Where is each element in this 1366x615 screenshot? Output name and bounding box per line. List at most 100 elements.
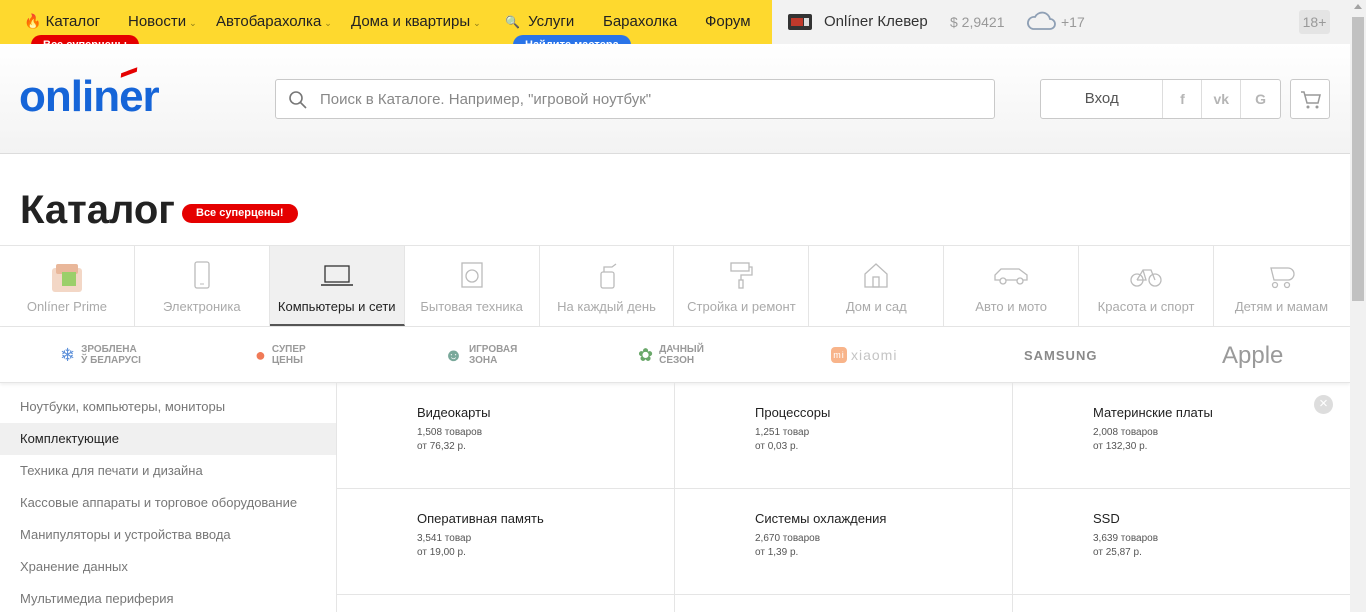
product-card[interactable]: Видеокарты 1,508 товаров от 76,32 р. [337, 383, 675, 489]
category-bar: Onlíner Prime Электроника Компьютеры и с… [0, 245, 1350, 327]
subcategory-sidebar: Ноутбуки, компьютеры, мониторы Комплекту… [0, 391, 336, 615]
sidebar-item-notebooks[interactable]: Ноутбуки, компьютеры, мониторы [0, 391, 336, 423]
category-home-garden[interactable]: Дом и сад [809, 246, 945, 326]
category-label: Электроника [163, 299, 241, 314]
car-icon [994, 268, 1028, 285]
product-card[interactable]: SSD 3,639 товаров от 25,87 р. [1013, 489, 1351, 595]
product-name: Оперативная память [417, 511, 544, 526]
sidebar-item-components[interactable]: Комплектующие [0, 423, 336, 455]
category-label: Авто и мото [975, 299, 1048, 314]
category-everyday[interactable]: На каждый день [540, 246, 675, 326]
auth-block: Вход f vk G [1040, 79, 1281, 119]
category-computers[interactable]: Компьютеры и сети [269, 246, 405, 326]
product-card[interactable] [675, 595, 1013, 612]
brand-dacha-season[interactable]: ✿ ДАЧНЫЙ СЕЗОН [638, 327, 704, 383]
login-button[interactable]: Вход [1041, 80, 1164, 118]
product-name: Видеокарты [417, 405, 491, 420]
category-auto-moto[interactable]: Авто и мото [944, 246, 1080, 326]
nav-forum[interactable]: Форум [705, 13, 751, 30]
product-card[interactable]: Процессоры 1,251 товар от 0,03 р. [675, 383, 1013, 489]
close-icon[interactable]: × [1314, 395, 1333, 414]
magnifier-icon: 🔍 [505, 15, 520, 29]
laptop-icon [320, 265, 353, 286]
page-title: Каталог [20, 188, 175, 232]
product-price: от 19,00 р. [417, 547, 466, 558]
search-icon [289, 91, 307, 109]
category-label: Красота и спорт [1097, 299, 1195, 314]
nav-news[interactable]: Новости ⌄ [128, 13, 197, 30]
sidebar-item-cash-registers[interactable]: Кассовые аппараты и торговое оборудовани… [0, 487, 336, 519]
gamer-icon: ☻ [444, 344, 463, 365]
category-label: Детям и мамам [1234, 299, 1329, 314]
brand-xiaomi[interactable]: mi xiaomi [831, 327, 897, 383]
product-card[interactable]: Материнские платы 2,008 товаров от 132,3… [1013, 383, 1351, 489]
category-electronics[interactable]: Электроника [135, 246, 270, 326]
sidebar-item-input-devices[interactable]: Манипуляторы и устройства ввода [0, 519, 336, 551]
product-count: 2,670 товаров [755, 533, 821, 544]
washing-machine-icon [460, 262, 483, 288]
nav-services[interactable]: 🔍 Услуги [505, 13, 574, 30]
brand-super-prices[interactable]: ● СУПЕР ЦЕНЫ [255, 327, 306, 383]
brand-strip: ❄ ЗРОБЛЕНА Ў БЕЛАРУСІ ● СУПЕР ЦЕНЫ ☻ ИГРОВ… [0, 327, 1350, 383]
facebook-icon[interactable]: f [1163, 80, 1203, 118]
category-kids[interactable]: Детям и мамам [1214, 246, 1349, 326]
category-label: Компьютеры и сети [277, 299, 396, 314]
sidebar-item-printing[interactable]: Техника для печати и дизайна [0, 455, 336, 487]
nav-auto[interactable]: Автобарахолка ⌄ [216, 13, 332, 30]
product-count: 3,541 товар [417, 533, 472, 544]
product-card[interactable]: Системы охлаждения 2,670 товаров от 1,39… [675, 489, 1013, 595]
flame-icon: ● [255, 344, 266, 365]
nav-realty[interactable]: Дома и квартиры ⌄ [351, 13, 481, 30]
nav-catalog[interactable]: 🔥 Каталог [24, 13, 100, 30]
product-card[interactable] [1013, 595, 1351, 612]
cart-icon [1301, 91, 1321, 109]
chevron-down-icon: ⌄ [189, 18, 197, 28]
spray-bottle-icon [599, 263, 616, 289]
category-construction[interactable]: Стройка и ремонт [674, 246, 810, 326]
category-appliances[interactable]: Бытовая техника [405, 246, 540, 326]
brand-apple[interactable]: Apple [1222, 327, 1283, 383]
phone-icon [194, 261, 210, 289]
brand-samsung[interactable]: SAMSUNG [1024, 327, 1097, 383]
brand-made-in-belarus[interactable]: ❄ ЗРОБЛЕНА Ў БЕЛАРУСІ [60, 327, 141, 383]
xiaomi-logo-icon: mi [831, 347, 847, 363]
sidebar-item-storage[interactable]: Хранение данных [0, 551, 336, 583]
category-onliner-prime[interactable]: Onlíner Prime [0, 246, 135, 326]
search-box[interactable] [275, 79, 995, 119]
product-price: от 1,39 р. [755, 547, 799, 558]
search-input[interactable] [320, 80, 980, 118]
product-name: Системы охлаждения [755, 511, 887, 526]
category-label: Дом и сад [845, 299, 907, 314]
scroll-up-arrow-icon[interactable] [1354, 4, 1362, 9]
scrollbar-thumb[interactable] [1352, 17, 1364, 301]
product-count: 1,251 товар [755, 427, 810, 438]
product-card[interactable] [337, 595, 675, 612]
category-label: Стройка и ремонт [687, 299, 796, 314]
top-bar: 🔥 Каталог Новости ⌄ Автобарахолка ⌄ Дома и… [0, 0, 1350, 44]
onliner-logo[interactable]: onliner [19, 72, 160, 122]
vk-icon[interactable]: vk [1202, 80, 1242, 118]
google-icon[interactable]: G [1241, 80, 1280, 118]
supercena-title-pill[interactable]: Все суперцены! [182, 204, 298, 223]
snowflake-icon: ❄ [60, 344, 76, 365]
product-name: SSD [1093, 511, 1120, 526]
stroller-icon [1270, 267, 1296, 289]
product-card[interactable]: Оперативная память 3,541 товар от 19,00 … [337, 489, 675, 595]
sidebar-item-multimedia[interactable]: Мультимедиа периферия [0, 583, 336, 615]
product-name: Процессоры [755, 405, 831, 420]
category-beauty-sport[interactable]: Красота и спорт [1079, 246, 1215, 326]
category-label: Onlíner Prime [26, 299, 108, 314]
nav-baraholka[interactable]: Барахолка [603, 13, 677, 30]
chevron-down-icon: ⌄ [324, 18, 332, 28]
house-icon [864, 263, 888, 288]
chevron-down-icon: ⌄ [473, 18, 481, 28]
product-count: 3,639 товаров [1093, 533, 1159, 544]
product-price: от 132,30 р. [1093, 441, 1148, 452]
category-label: На каждый день [557, 299, 656, 314]
category-label: Бытовая техника [420, 299, 523, 314]
product-price: от 25,87 р. [1093, 547, 1142, 558]
clever-card-icon [788, 14, 812, 30]
brand-gaming-zone[interactable]: ☻ ИГРОВАЯ ЗОНА [444, 327, 517, 383]
paint-roller-icon [730, 262, 754, 289]
cart-button[interactable] [1290, 79, 1330, 119]
